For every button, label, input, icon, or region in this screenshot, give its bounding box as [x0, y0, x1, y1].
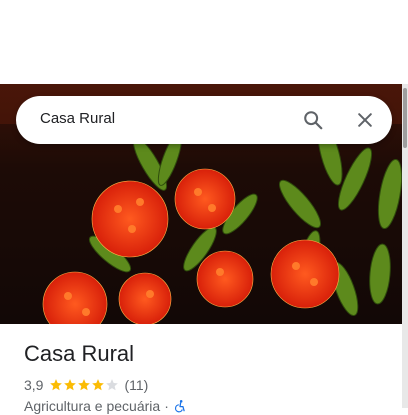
search-input[interactable]: Casa Rural [40, 110, 115, 127]
rating-value: 3,9 [24, 377, 44, 393]
review-count[interactable]: (11) [124, 377, 148, 393]
rating-stars [49, 378, 119, 392]
search-icon [304, 111, 323, 130]
scrollbar-thumb[interactable] [403, 88, 407, 148]
star-icon [50, 379, 63, 391]
place-name: Casa Rural [24, 341, 135, 366]
rating-row[interactable]: 3,9 (11) [24, 376, 148, 394]
star-icon [78, 379, 91, 391]
star-icon [92, 379, 105, 391]
close-icon [358, 113, 372, 127]
star-icon [106, 379, 119, 391]
separator: · [164, 398, 169, 414]
scrollbar[interactable] [402, 84, 408, 408]
place-category[interactable]: Agricultura e pecuária [24, 398, 160, 414]
close-button[interactable] [351, 106, 379, 134]
category-row: Agricultura e pecuária · [24, 397, 187, 415]
top-blank-area [0, 0, 408, 84]
search-button[interactable] [299, 106, 327, 134]
star-icon [64, 379, 77, 391]
search-box[interactable]: Casa Rural [16, 96, 392, 144]
wheelchair-icon [174, 400, 185, 413]
